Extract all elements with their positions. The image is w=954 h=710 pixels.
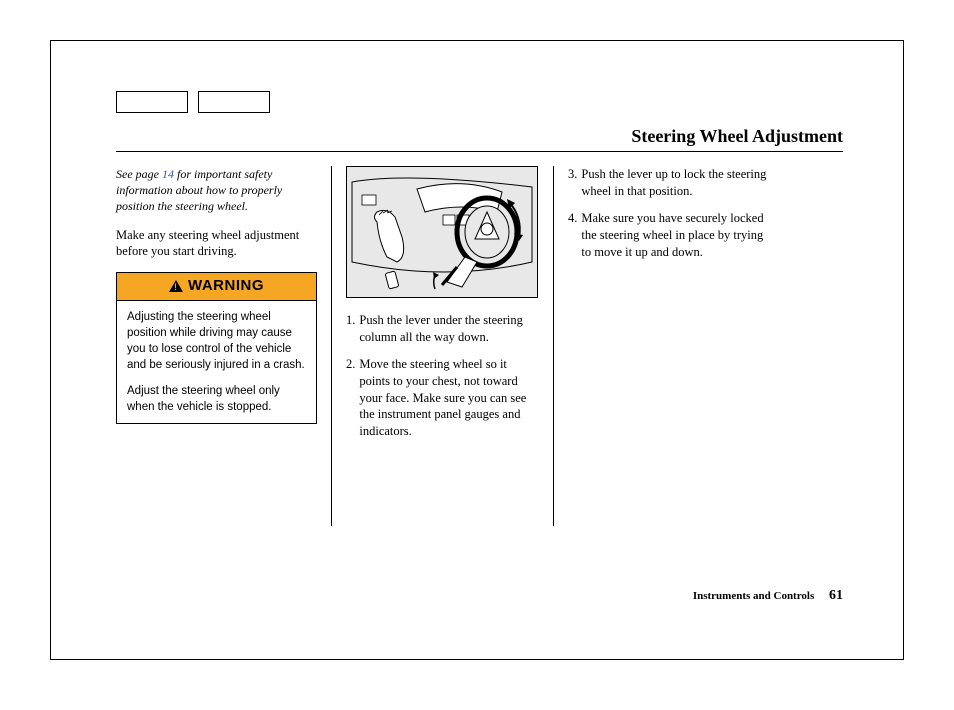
page-title: Steering Wheel Adjustment: [631, 126, 843, 147]
intro-prefix: See page: [116, 167, 162, 181]
dashboard-diagram: [346, 166, 538, 298]
step-2: 2. Move the steering wheel so it points …: [346, 356, 539, 440]
step-text: Move the steering wheel so it points to …: [359, 356, 539, 440]
warning-text-1: Adjusting the steering wheel position wh…: [127, 309, 306, 373]
column-2: 1. Push the lever under the steering col…: [331, 166, 553, 526]
step-num: 4.: [568, 210, 577, 261]
warning-text-2: Adjust the steering wheel only when the …: [127, 383, 306, 415]
page-footer: Instruments and Controls 61: [693, 588, 843, 604]
column-3: 3. Push the lever up to lock the steerin…: [553, 166, 788, 526]
warning-label: WARNING: [188, 276, 264, 296]
warning-body: Adjusting the steering wheel position wh…: [117, 301, 316, 424]
placeholder-box: [116, 91, 188, 113]
title-rule: [116, 151, 843, 152]
step-3: 3. Push the lever up to lock the steerin…: [568, 166, 774, 200]
step-text: Push the lever up to lock the steering w…: [581, 166, 774, 200]
footer-page-number: 61: [829, 588, 843, 603]
step-4: 4. Make sure you have securely locked th…: [568, 210, 774, 261]
column-1: See page 14 for important safety informa…: [116, 166, 331, 526]
footer-section: Instruments and Controls: [693, 590, 814, 602]
lead-paragraph: Make any steering wheel adjustment befor…: [116, 227, 317, 261]
step-num: 2.: [346, 356, 355, 440]
step-text: Push the lever under the steering column…: [359, 312, 539, 346]
safety-cross-ref: See page 14 for important safety informa…: [116, 166, 317, 215]
step-num: 1.: [346, 312, 355, 346]
step-text: Make sure you have securely locked the s…: [581, 210, 774, 261]
step-num: 3.: [568, 166, 577, 200]
warning-box: WARNING Adjusting the steering wheel pos…: [116, 272, 317, 424]
warning-triangle-icon: [169, 280, 183, 292]
step-1: 1. Push the lever under the steering col…: [346, 312, 539, 346]
warning-header: WARNING: [117, 273, 316, 300]
page-ref-link[interactable]: 14: [162, 167, 174, 181]
page-frame: Steering Wheel Adjustment See page 14 fo…: [50, 40, 904, 660]
placeholder-box: [198, 91, 270, 113]
content-columns: See page 14 for important safety informa…: [116, 166, 894, 526]
header-placeholder-boxes: [116, 91, 270, 113]
